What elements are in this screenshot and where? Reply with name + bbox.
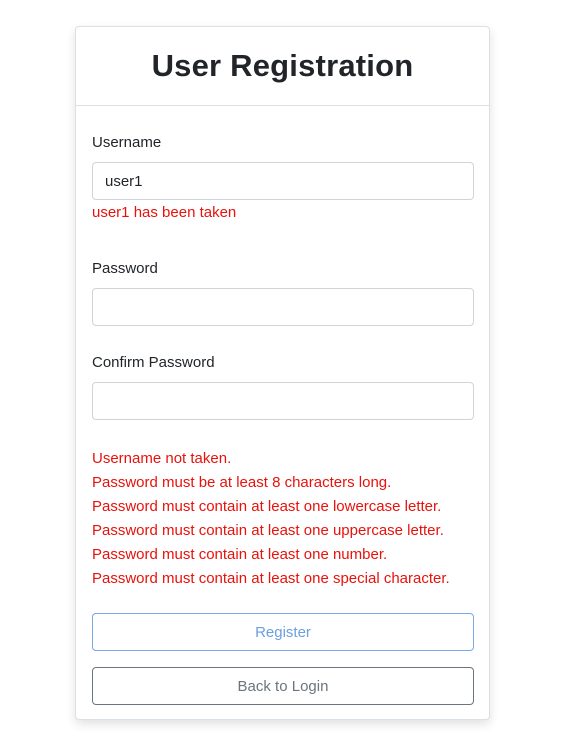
- back-to-login-button[interactable]: Back to Login: [92, 667, 474, 705]
- username-error: user1 has been taken: [92, 204, 237, 221]
- card-header: User Registration: [76, 27, 489, 106]
- validation-message: Password must contain at least one speci…: [92, 570, 450, 587]
- validation-message: Password must be at least 8 characters l…: [92, 474, 392, 491]
- validation-message: Username not taken.: [92, 450, 232, 467]
- registration-card: User Registration Username user1 has bee…: [75, 26, 490, 720]
- confirm-password-input[interactable]: [92, 382, 474, 420]
- validation-message: Password must contain at least one lower…: [92, 498, 442, 515]
- password-label: Password: [92, 260, 158, 277]
- username-input[interactable]: [92, 162, 474, 200]
- password-input[interactable]: [92, 288, 474, 326]
- confirm-password-label: Confirm Password: [92, 354, 215, 371]
- username-label: Username: [92, 134, 162, 151]
- validation-message: Password must contain at least one upper…: [92, 522, 444, 539]
- register-button[interactable]: Register: [92, 613, 474, 651]
- validation-message: Password must contain at least one numbe…: [92, 546, 388, 563]
- page-title: User Registration: [151, 48, 414, 83]
- validation-messages: Username not taken. Password must be at …: [92, 447, 450, 591]
